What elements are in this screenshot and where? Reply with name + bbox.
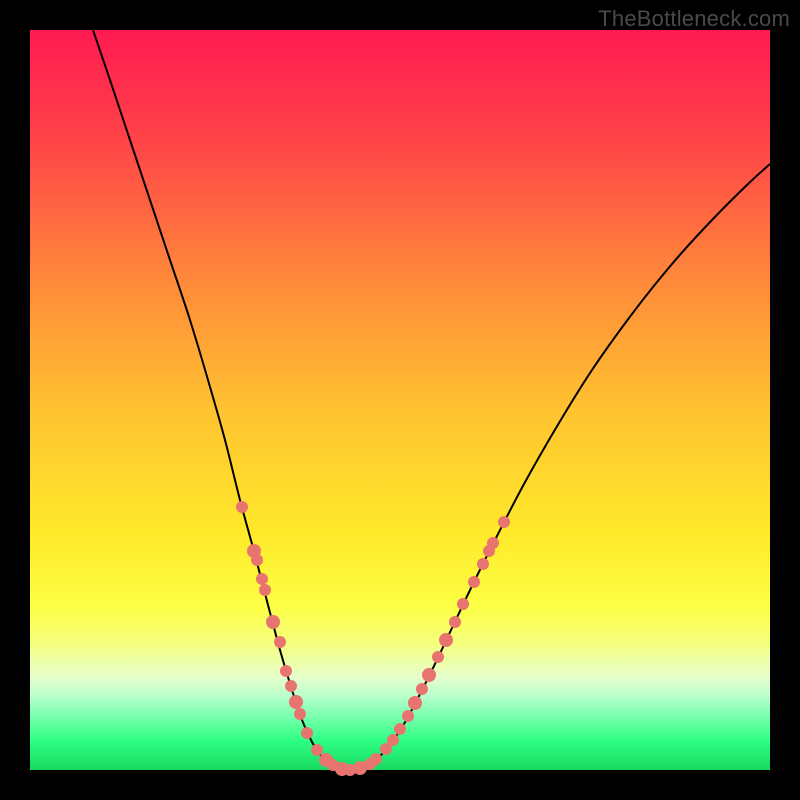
data-marker: [301, 727, 313, 739]
data-marker: [394, 723, 406, 735]
data-marker: [251, 554, 263, 566]
data-marker: [402, 710, 414, 722]
data-marker: [259, 584, 271, 596]
data-marker: [408, 696, 422, 710]
data-marker: [289, 695, 303, 709]
data-marker: [311, 744, 323, 756]
data-marker: [294, 708, 306, 720]
watermark-text: TheBottleneck.com: [598, 6, 790, 32]
data-marker: [449, 616, 461, 628]
data-marker: [487, 537, 499, 549]
data-marker: [457, 598, 469, 610]
data-marker: [236, 501, 248, 513]
data-marker: [416, 683, 428, 695]
data-marker: [370, 753, 382, 765]
data-marker: [285, 680, 297, 692]
plot-area: [30, 30, 770, 770]
data-marker: [498, 516, 510, 528]
data-marker: [266, 615, 280, 629]
chart-frame: TheBottleneck.com: [0, 0, 800, 800]
data-marker: [439, 633, 453, 647]
data-marker: [432, 651, 444, 663]
data-marker: [256, 573, 268, 585]
data-marker: [422, 668, 436, 682]
background-gradient: [30, 30, 770, 770]
chart-svg: [30, 30, 770, 770]
data-marker: [477, 558, 489, 570]
data-marker: [280, 665, 292, 677]
data-marker: [387, 734, 399, 746]
data-marker: [274, 636, 286, 648]
data-marker: [468, 576, 480, 588]
